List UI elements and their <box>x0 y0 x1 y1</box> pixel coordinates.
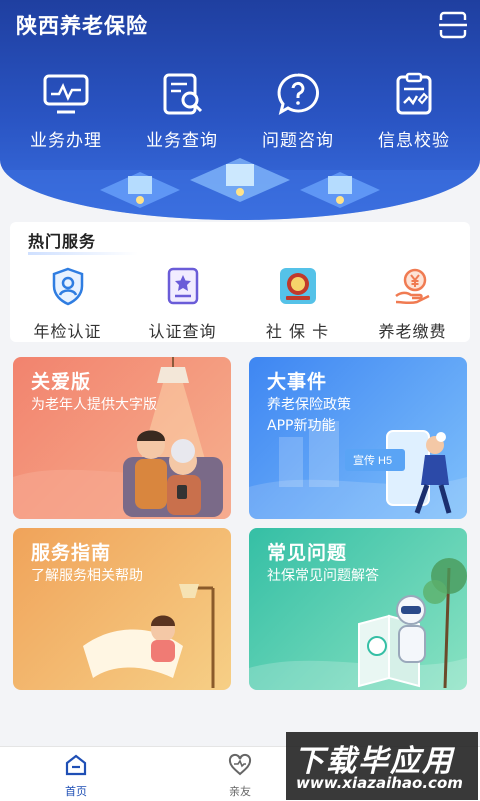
social-security-card-icon <box>279 268 316 304</box>
card-title: 关爱版 <box>31 371 92 393</box>
card-subtitle: 为老年人提供大字版 <box>31 397 157 413</box>
tab-family[interactable]: 亲友 <box>200 753 280 799</box>
tab-home[interactable]: 首页 <box>36 753 116 799</box>
certificate-star-icon <box>167 267 198 305</box>
card-title: 服务指南 <box>31 542 112 564</box>
quick-action-business[interactable]: 业务办理 <box>6 72 126 151</box>
card-subtitle: 社保常见问题解答 <box>267 568 379 584</box>
card-title: 常见问题 <box>267 542 348 564</box>
service-pension-payment[interactable]: 养老缴费 <box>355 266 470 342</box>
title-underline <box>28 252 138 255</box>
quick-action-label: 问题咨询 <box>262 131 334 151</box>
hand-yuan-icon <box>394 268 430 305</box>
watermark: 下载毕应用 www.xiazaihao.com <box>286 732 478 800</box>
service-label: 社 保 卡 <box>265 322 330 341</box>
header-banner: 陕西养老保险 业务办理 业务查询 问题咨询 信息校验 <box>0 0 480 220</box>
watermark-line2: www.xiazaihao.com <box>296 774 463 792</box>
card-title: 大事件 <box>267 371 328 393</box>
service-certification-query[interactable]: 认证查询 <box>125 266 240 342</box>
document-search-icon <box>163 73 203 115</box>
heart-icon <box>228 753 252 776</box>
shield-user-icon <box>52 267 83 306</box>
app-title: 陕西养老保险 <box>16 14 148 38</box>
service-social-security-card[interactable]: 社 保 卡 <box>240 266 355 342</box>
tab-label: 首页 <box>65 785 87 798</box>
clipboard-check-icon <box>396 72 432 115</box>
city-illustration <box>0 158 480 220</box>
card-major-events[interactable]: 宣传 H5 大事件 养老保险政策 APP新功能 <box>249 357 467 519</box>
hot-services-title: 热门服务 <box>28 232 97 251</box>
card-subtitle: 养老保险政策 APP新功能 <box>267 395 351 437</box>
card-faq[interactable]: 常见问题 社保常见问题解答 <box>249 528 467 690</box>
quick-action-label: 业务查询 <box>146 131 218 151</box>
scan-icon[interactable] <box>438 10 468 40</box>
service-annual-certification[interactable]: 年检认证 <box>10 266 125 342</box>
service-label: 认证查询 <box>148 322 217 341</box>
hot-services-panel: 热门服务 年检认证 认证查询 社 保 卡 养老缴费 <box>10 222 470 342</box>
card-care-edition[interactable]: 关爱版 为老年人提供大字版 <box>13 357 231 519</box>
promo-badge: 宣传 H5 <box>353 453 392 467</box>
service-label: 养老缴费 <box>378 322 447 341</box>
quick-action-consult[interactable]: 问题咨询 <box>238 72 358 151</box>
home-icon <box>65 754 87 776</box>
quick-action-label: 业务办理 <box>30 131 102 151</box>
card-subtitle: 了解服务相关帮助 <box>31 568 143 584</box>
quick-action-label: 信息校验 <box>378 131 450 151</box>
question-bubble-icon <box>277 73 319 116</box>
card-subtitle-line1: 养老保险政策 <box>267 397 351 413</box>
quick-action-query[interactable]: 业务查询 <box>122 72 242 151</box>
card-subtitle-line2: APP新功能 <box>267 418 336 434</box>
service-label: 年检认证 <box>33 322 102 341</box>
card-service-guide[interactable]: 服务指南 了解服务相关帮助 <box>13 528 231 690</box>
quick-action-verify[interactable]: 信息校验 <box>354 72 474 151</box>
tab-label: 亲友 <box>229 785 251 798</box>
monitor-chart-icon <box>43 74 89 114</box>
